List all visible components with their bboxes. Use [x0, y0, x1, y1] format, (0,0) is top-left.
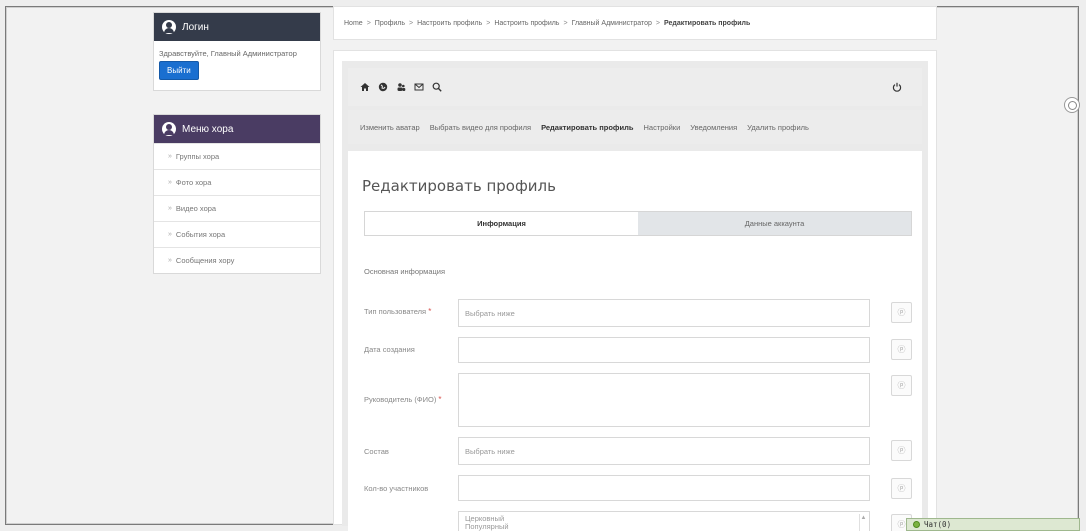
field-label: Кол-во участников: [364, 484, 429, 493]
list-option[interactable]: Популярный: [465, 523, 509, 531]
field-label: Дата создания: [364, 345, 415, 354]
menu-item-label: Видео хора: [175, 204, 217, 213]
help-icon[interactable]: ⓟ: [891, 302, 912, 323]
breadcrumb-separator: >: [563, 19, 568, 27]
leader-name-textarea[interactable]: [458, 373, 870, 427]
breadcrumb-admin[interactable]: Главный Администратор: [572, 20, 652, 27]
breadcrumb-separator: >: [486, 19, 491, 27]
listbox-scrollbar[interactable]: ▲: [859, 514, 867, 531]
profile-tabs: Изменить аватар Выбрать видео для профил…: [348, 110, 922, 144]
field-label: Состав: [364, 447, 389, 456]
tab-edit-profile[interactable]: Редактировать профиль: [541, 123, 633, 132]
menu-item-choir-events[interactable]: » События хора: [154, 221, 320, 247]
menu-item-choir-videos[interactable]: » Видео хора: [154, 195, 320, 221]
user-type-select[interactable]: Выбрать ниже: [458, 299, 870, 327]
logout-button[interactable]: Выйти: [159, 61, 199, 80]
bullet-icon: »: [168, 153, 172, 160]
user-icon: [162, 122, 176, 136]
edit-profile-form: Редактировать профиль Информация Данные …: [348, 151, 922, 531]
page-title: Редактировать профиль: [362, 177, 556, 195]
bullet-icon: »: [168, 179, 172, 186]
chat-status-icon: [913, 521, 920, 528]
tab-select-video[interactable]: Выбрать видео для профиля: [430, 123, 531, 132]
form-segment-switch: Информация Данные аккаунта: [364, 211, 912, 236]
help-icon[interactable]: ⓟ: [891, 478, 912, 499]
menu-item-label: Фото хора: [175, 178, 212, 187]
field-label-text: Руководитель (ФИО): [364, 395, 437, 404]
power-icon[interactable]: [892, 82, 902, 92]
field-label: Руководитель (ФИО) *: [364, 395, 442, 404]
help-icon[interactable]: ⓟ: [891, 440, 912, 461]
menu-item-choir-groups[interactable]: » Группы хора: [154, 143, 320, 169]
menu-item-choir-photos[interactable]: » Фото хора: [154, 169, 320, 195]
login-panel: Логин Здравствуйте, Главный Администрато…: [153, 12, 321, 91]
type-listbox[interactable]: Церковный Популярный ▲: [458, 511, 870, 531]
bullet-icon: »: [168, 231, 172, 238]
composition-select[interactable]: Выбрать ниже: [458, 437, 870, 465]
breadcrumb-profile[interactable]: Профиль: [375, 20, 405, 27]
breadcrumb-configure-profile[interactable]: Настроить профиль: [417, 20, 482, 27]
tab-change-avatar[interactable]: Изменить аватар: [360, 123, 420, 132]
choir-menu-panel: Меню хора » Группы хора » Фото хора » Видео…: [153, 114, 321, 274]
chat-widget[interactable]: Чат(0): [906, 518, 1080, 531]
creation-date-input[interactable]: [458, 337, 870, 363]
profile-toolbar: [348, 68, 922, 106]
login-panel-title: Логин: [182, 21, 209, 33]
menu-item-label: Сообщения хору: [175, 256, 235, 265]
choir-menu-header: Меню хора: [154, 115, 320, 143]
breadcrumb-home[interactable]: Home: [344, 20, 363, 27]
segment-information[interactable]: Информация: [365, 212, 638, 235]
field-label-text: Тип пользователя: [364, 307, 427, 316]
field-label: Тип пользователя *: [364, 307, 431, 316]
main-card: Изменить аватар Выбрать видео для профил…: [333, 50, 937, 531]
users-icon[interactable]: [396, 82, 406, 92]
menu-item-choir-messages[interactable]: » Сообщения хору: [154, 247, 320, 273]
greeting-text: Здравствуйте, Главный Администратор: [159, 49, 297, 58]
settings-icon[interactable]: [1064, 97, 1080, 113]
home-icon[interactable]: [360, 82, 370, 92]
help-icon[interactable]: ⓟ: [891, 339, 912, 360]
bullet-icon: »: [168, 257, 172, 264]
chat-label: Чат(0): [924, 520, 952, 529]
envelope-icon[interactable]: [414, 82, 424, 92]
required-marker: *: [438, 395, 442, 404]
breadcrumb-configure-profile-2[interactable]: Настроить профиль: [494, 20, 559, 27]
breadcrumb-separator: >: [655, 19, 661, 27]
breadcrumb-current: Редактировать профиль: [664, 19, 751, 27]
user-icon: [162, 20, 176, 34]
help-icon[interactable]: ⓟ: [891, 375, 912, 396]
breadcrumb-separator: >: [409, 19, 414, 27]
login-panel-header: Логин: [154, 13, 320, 41]
breadcrumb: Home > Профиль > Настроить профиль > Нас…: [333, 6, 937, 40]
search-icon[interactable]: [432, 82, 442, 92]
required-marker: *: [428, 307, 432, 316]
bullet-icon: »: [168, 205, 172, 212]
section-title: Основная информация: [364, 267, 446, 276]
member-count-input[interactable]: [458, 475, 870, 501]
breadcrumb-separator: >: [366, 19, 371, 27]
tab-notifications[interactable]: Уведомления: [690, 123, 737, 132]
segment-account-data[interactable]: Данные аккаунта: [638, 212, 911, 235]
tab-settings[interactable]: Настройки: [643, 123, 680, 132]
choir-menu-title: Меню хора: [182, 123, 234, 135]
tab-delete-profile[interactable]: Удалить профиль: [747, 123, 809, 132]
menu-item-label: События хора: [175, 230, 226, 239]
globe-icon[interactable]: [378, 82, 388, 92]
menu-item-label: Группы хора: [175, 152, 220, 161]
